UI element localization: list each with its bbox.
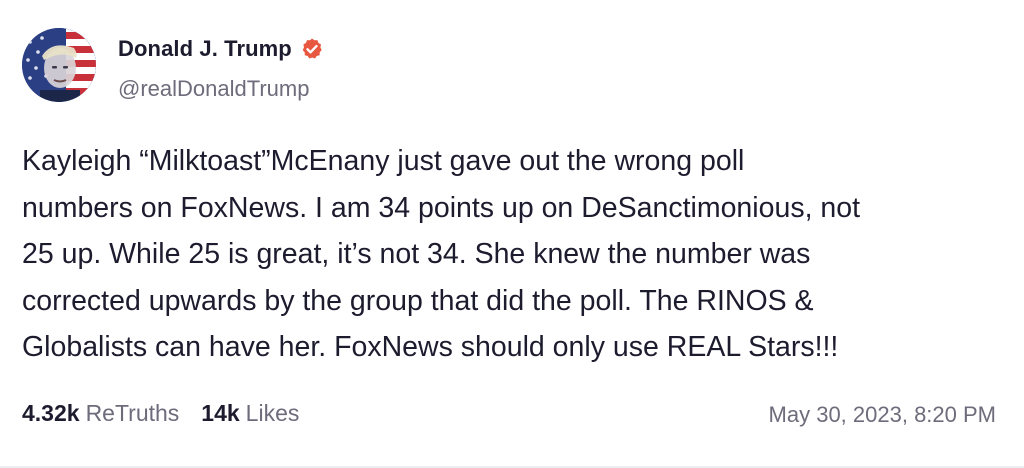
verified-badge-icon: [300, 37, 324, 61]
author-names: Donald J. Trump @realDonaldTrump: [118, 28, 324, 102]
likes-count: 14k: [201, 400, 240, 426]
retruths-count: 4.32k: [22, 400, 80, 426]
likes-label: Likes: [245, 400, 300, 426]
retruths-stat[interactable]: 4.32k ReTruths: [22, 400, 179, 427]
likes-stat[interactable]: 14k Likes: [201, 400, 299, 427]
post-body-text: Kayleigh “Milktoast”McEnany just gave ou…: [22, 145, 861, 363]
display-name-row: Donald J. Trump: [118, 34, 324, 64]
post-card: Donald J. Trump @realDonaldTrump Kayleig…: [0, 0, 1024, 468]
avatar[interactable]: [22, 28, 96, 102]
post-stats: 4.32k ReTruths 14k Likes: [22, 400, 321, 427]
retruths-label: ReTruths: [85, 400, 180, 426]
post-header: Donald J. Trump @realDonaldTrump: [22, 28, 324, 102]
author-display-name[interactable]: Donald J. Trump: [118, 36, 292, 62]
avatar-portrait-image: [22, 28, 96, 102]
post-timestamp[interactable]: May 30, 2023, 8:20 PM: [769, 402, 996, 428]
author-handle[interactable]: @realDonaldTrump: [118, 76, 324, 102]
